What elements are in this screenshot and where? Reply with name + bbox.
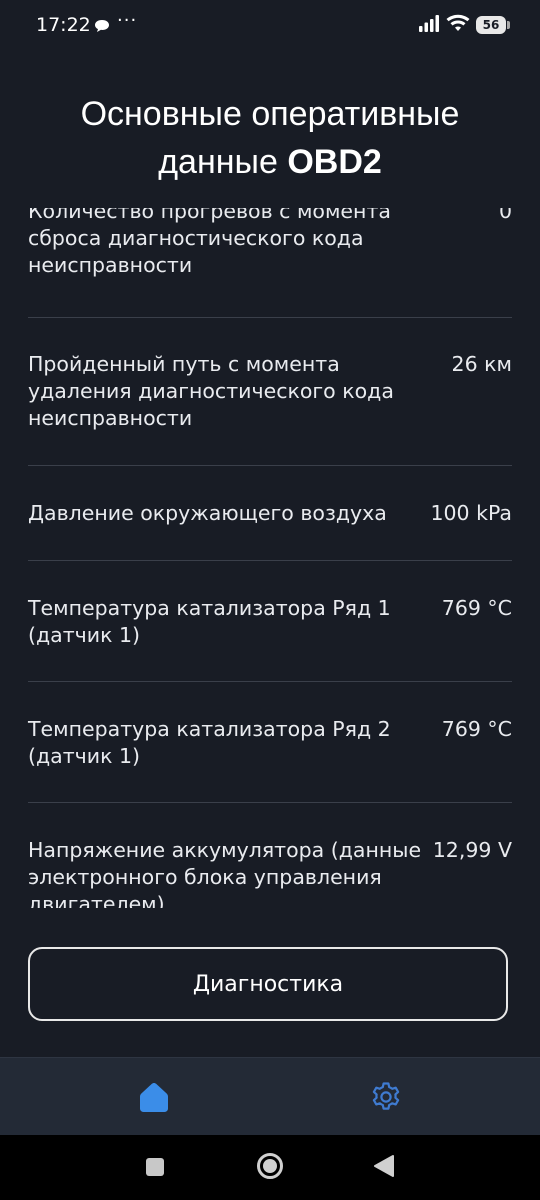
- diagnostics-button[interactable]: Диагностика: [28, 947, 508, 1021]
- home-system-button[interactable]: [256, 1152, 284, 1184]
- signal-icon: [418, 14, 440, 36]
- param-row: Температура катализатора Ряд 1 (датчик 1…: [28, 561, 512, 682]
- param-label: Количество прогревов с момента сброса ди…: [28, 208, 391, 277]
- home-icon: [137, 1083, 171, 1118]
- back-button[interactable]: [373, 1154, 395, 1182]
- system-nav-bar: [0, 1135, 540, 1200]
- nav-home[interactable]: [137, 1080, 171, 1114]
- param-value: 769 °C: [441, 596, 512, 620]
- param-value: 100 kPa: [430, 501, 512, 525]
- screen: 17:22 ··· 56 Основные оперативные данные…: [0, 0, 540, 1200]
- chat-notification-icon: [94, 18, 110, 37]
- param-label: Давление окружающего воздуха: [28, 501, 387, 525]
- param-list[interactable]: Количество прогревов с момента сброса ди…: [0, 208, 540, 908]
- page-title-line1: Основные оперативные: [80, 95, 460, 133]
- param-row: Температура катализатора Ряд 2 (датчик 1…: [28, 682, 512, 803]
- param-row: Давление окружающего воздуха 100 kPa: [28, 466, 512, 561]
- param-value: 0: [498, 208, 512, 223]
- param-row: Пройденный путь с момента удаления диагн…: [28, 317, 512, 466]
- param-label: Температура катализатора Ряд 2 (датчик 1…: [28, 717, 391, 768]
- param-label: Температура катализатора Ряд 1 (датчик 1…: [28, 596, 391, 647]
- status-time: 17:22: [36, 14, 91, 36]
- param-row: Напряжение аккумулятора (данные электрон…: [28, 803, 512, 908]
- more-notifications-icon: ···: [117, 10, 138, 31]
- gear-icon: [369, 1082, 403, 1118]
- param-label: Напряжение аккумулятора (данные электрон…: [28, 838, 422, 908]
- battery-level: 56: [482, 18, 500, 32]
- bottom-nav: [0, 1057, 540, 1136]
- page-title-line2-bold: OBD2: [287, 143, 382, 181]
- battery-icon: 56: [476, 16, 510, 34]
- wifi-icon: [446, 14, 470, 36]
- param-label: Пройденный путь с момента удаления диагн…: [28, 352, 394, 430]
- status-bar: 17:22 ··· 56: [0, 0, 540, 52]
- recent-apps-button[interactable]: [145, 1157, 165, 1181]
- param-value: 769 °C: [441, 717, 512, 741]
- page-title: Основные оперативные данные OBD2: [20, 90, 520, 186]
- page-title-line2-regular: данные: [158, 143, 288, 181]
- param-value: 12,99 V: [432, 838, 512, 862]
- nav-settings[interactable]: [369, 1080, 403, 1114]
- param-value: 26 км: [451, 352, 512, 376]
- status-indicators: 56: [418, 14, 510, 36]
- param-row: Количество прогревов с момента сброса ди…: [28, 208, 512, 318]
- diagnostics-button-label: Диагностика: [192, 971, 344, 997]
- page-title-line2: данные OBD2: [20, 138, 520, 186]
